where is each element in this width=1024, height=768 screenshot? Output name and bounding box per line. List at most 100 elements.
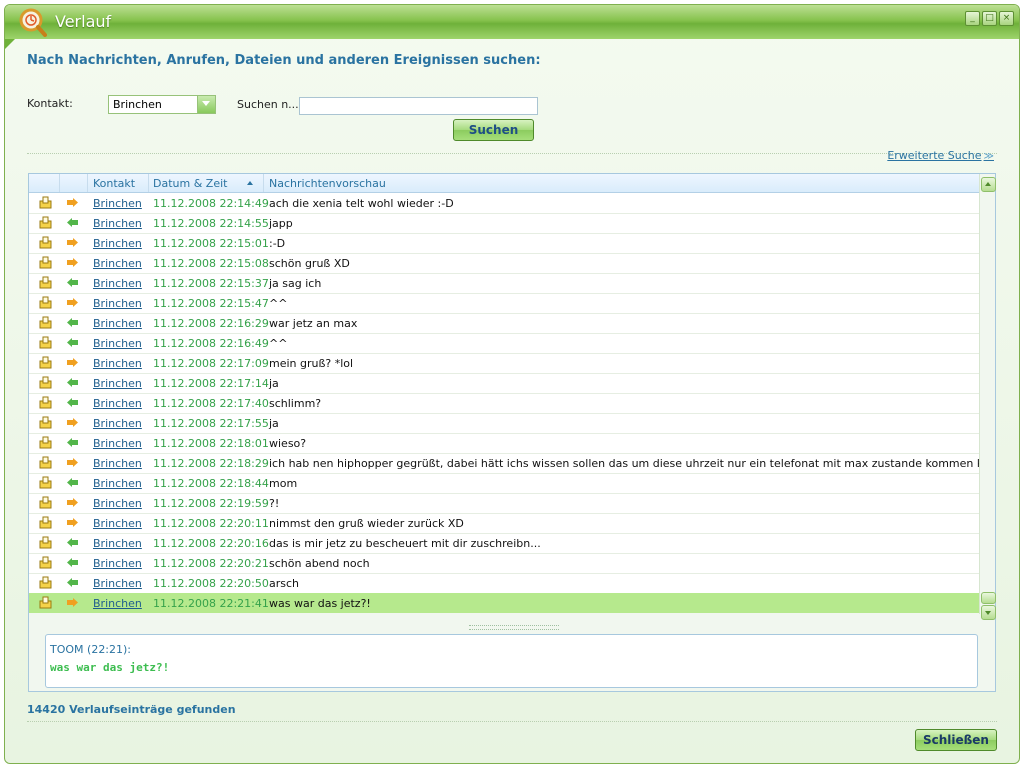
table-row[interactable]: Brinchen 11.12.2008 22:15:37 ja sag ich: [29, 273, 979, 294]
table-row[interactable]: Brinchen 11.12.2008 22:17:14 ja: [29, 373, 979, 394]
incoming-arrow-icon: [67, 578, 78, 587]
outgoing-arrow-icon: [67, 458, 78, 467]
message-preview: TOOM (22:21): was war das jetz?!: [45, 634, 978, 688]
outgoing-arrow-icon: [67, 358, 78, 367]
column-separator: [263, 174, 264, 192]
footer-divider: [27, 721, 997, 722]
outgoing-arrow-icon: [67, 418, 78, 427]
table-row[interactable]: Brinchen 11.12.2008 22:18:01 wieso?: [29, 433, 979, 454]
row-contact-link[interactable]: Brinchen: [93, 237, 142, 250]
row-contact-link[interactable]: Brinchen: [93, 477, 142, 490]
search-button[interactable]: Suchen: [453, 119, 534, 141]
table-row[interactable]: Brinchen 11.12.2008 22:21:41 was war das j…: [29, 593, 979, 613]
table-row[interactable]: Brinchen 11.12.2008 22:17:40 schlimm?: [29, 393, 979, 414]
message-file-icon: [39, 356, 52, 369]
message-file-icon: [39, 296, 52, 309]
table-row[interactable]: Brinchen 11.12.2008 22:16:29 war jetz an m…: [29, 313, 979, 334]
table-row[interactable]: Brinchen 11.12.2008 22:15:01:-D: [29, 233, 979, 254]
table-row[interactable]: Brinchen 11.12.2008 22:20:21 schön abend n…: [29, 553, 979, 574]
row-contact-link[interactable]: Brinchen: [93, 497, 142, 510]
row-datetime: 11.12.2008 22:17:40: [153, 397, 269, 410]
minimize-icon: _: [970, 13, 975, 23]
table-row[interactable]: Brinchen 11.12.2008 22:15:08 schön gruß XD: [29, 253, 979, 274]
splitter-grip[interactable]: [469, 625, 559, 630]
minimize-button[interactable]: _: [965, 11, 980, 26]
row-contact-link[interactable]: Brinchen: [93, 337, 142, 350]
row-message: ja: [269, 417, 279, 430]
row-contact-link[interactable]: Brinchen: [93, 277, 142, 290]
row-contact-link[interactable]: Brinchen: [93, 417, 142, 430]
vertical-scrollbar[interactable]: [979, 174, 996, 620]
incoming-arrow-icon: [67, 218, 78, 227]
row-message: das is mir jetz zu bescheuert mit dir zu…: [269, 537, 541, 550]
contact-dropdown[interactable]: Brinchen: [108, 95, 216, 114]
preview-sender: TOOM (22:21):: [50, 643, 132, 656]
maximize-button[interactable]: □: [982, 11, 997, 26]
row-datetime: 11.12.2008 22:20:16: [153, 537, 269, 550]
row-contact-link[interactable]: Brinchen: [93, 437, 142, 450]
row-contact-link[interactable]: Brinchen: [93, 357, 142, 370]
row-datetime: 11.12.2008 22:19:59: [153, 497, 269, 510]
message-file-icon: [39, 376, 52, 389]
row-message: was war das jetz?!: [269, 597, 371, 610]
row-datetime: 11.12.2008 22:14:55: [153, 217, 269, 230]
column-separator: [59, 174, 60, 192]
row-contact-link[interactable]: Brinchen: [93, 377, 142, 390]
row-contact-link[interactable]: Brinchen: [93, 517, 142, 530]
table-row[interactable]: Brinchen 11.12.2008 22:17:09 mein gruß? *l…: [29, 353, 979, 374]
row-contact-link[interactable]: Brinchen: [93, 217, 142, 230]
scroll-down-button[interactable]: [981, 605, 996, 620]
row-contact-link[interactable]: Brinchen: [93, 577, 142, 590]
table-row[interactable]: Brinchen 11.12.2008 22:20:16 das is mir je…: [29, 533, 979, 554]
table-row[interactable]: Brinchen 11.12.2008 22:18:44 mom: [29, 473, 979, 494]
row-contact-link[interactable]: Brinchen: [93, 397, 142, 410]
table-row[interactable]: Brinchen 11.12.2008 22:14:49 ach die xenia…: [29, 193, 979, 214]
row-datetime: 11.12.2008 22:18:29: [153, 457, 269, 470]
row-message: ^^: [269, 297, 288, 310]
advanced-search-link[interactable]: Erweiterte Suche ≫: [887, 149, 994, 162]
row-contact-link[interactable]: Brinchen: [93, 457, 142, 470]
row-datetime: 11.12.2008 22:14:49: [153, 197, 269, 210]
row-message: schön abend noch: [269, 557, 370, 570]
scroll-thumb[interactable]: [981, 592, 996, 604]
row-contact-link[interactable]: Brinchen: [93, 537, 142, 550]
row-contact-link[interactable]: Brinchen: [93, 257, 142, 270]
result-count: 14420 Verlaufseinträge gefunden: [27, 703, 236, 716]
column-header-datetime[interactable]: Datum & Zeit: [153, 177, 227, 190]
dropdown-arrow-button[interactable]: [197, 96, 215, 113]
close-button[interactable]: Schließen: [915, 729, 997, 751]
row-contact-link[interactable]: Brinchen: [93, 597, 142, 610]
scroll-up-button[interactable]: [981, 177, 996, 192]
row-message: arsch: [269, 577, 300, 590]
row-message: war jetz an max: [269, 317, 358, 330]
row-datetime: 11.12.2008 22:17:09: [153, 357, 269, 370]
row-message: japp: [269, 217, 293, 230]
row-message: nimmst den gruß wieder zurück XD: [269, 517, 464, 530]
column-header-preview[interactable]: Nachrichtenvorschau: [269, 177, 386, 190]
contact-label: Kontakt:: [27, 97, 73, 110]
history-list-panel: Kontakt Datum & Zeit Nachrichtenvorschau…: [28, 173, 996, 692]
message-file-icon: [39, 276, 52, 289]
table-row[interactable]: Brinchen 11.12.2008 22:14:55 japp: [29, 213, 979, 234]
table-row[interactable]: Brinchen 11.12.2008 22:16:49 ^^: [29, 333, 979, 354]
row-datetime: 11.12.2008 22:17:14: [153, 377, 269, 390]
search-divider: [27, 153, 997, 154]
row-contact-link[interactable]: Brinchen: [93, 197, 142, 210]
arrow-down-icon: [985, 611, 991, 615]
message-file-icon: [39, 236, 52, 249]
table-row[interactable]: Brinchen 11.12.2008 22:15:47 ^^: [29, 293, 979, 314]
column-header-contact[interactable]: Kontakt: [93, 177, 135, 190]
table-row[interactable]: Brinchen 11.12.2008 22:18:29 ich hab nen h…: [29, 453, 979, 474]
row-contact-link[interactable]: Brinchen: [93, 557, 142, 570]
row-datetime: 11.12.2008 22:16:49: [153, 337, 269, 350]
message-file-icon: [39, 416, 52, 429]
title-bar[interactable]: Verlauf _ □ ×: [5, 5, 1019, 39]
close-window-button[interactable]: ×: [999, 11, 1014, 26]
table-row[interactable]: Brinchen 11.12.2008 22:20:50 arsch: [29, 573, 979, 594]
row-contact-link[interactable]: Brinchen: [93, 317, 142, 330]
table-row[interactable]: Brinchen 11.12.2008 22:17:55 ja: [29, 413, 979, 434]
search-input[interactable]: [299, 97, 538, 115]
table-row[interactable]: Brinchen 11.12.2008 22:19:59?!: [29, 493, 979, 514]
table-row[interactable]: Brinchen 11.12.2008 22:20:11 nimmst den gr…: [29, 513, 979, 534]
row-contact-link[interactable]: Brinchen: [93, 297, 142, 310]
